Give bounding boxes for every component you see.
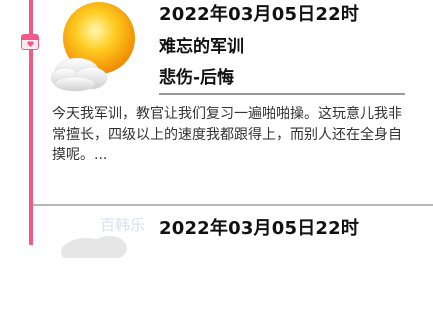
sun-cloud-icon bbox=[47, 0, 147, 92]
diary-entry[interactable]: 2022年03月05日22时 难忘的军训 悲伤-后悔 今天我军训，教官让我们复习… bbox=[47, 0, 417, 200]
entry-mood: 悲伤-后悔 bbox=[159, 68, 235, 88]
meta-divider bbox=[159, 93, 405, 95]
entry-content: 今天我军训，教官让我们复习一遍啪啪操。这玩意儿我非常擅长，四级以上的速度我都跟得… bbox=[52, 106, 402, 163]
entry-title: 难忘的军训 bbox=[159, 37, 244, 57]
watermark: 百韩乐 bbox=[100, 216, 146, 234]
calendar-heart-icon bbox=[21, 34, 39, 50]
entry-date: 2022年03月05日22时 bbox=[159, 218, 360, 239]
entry-separator bbox=[33, 204, 433, 206]
entry-date: 2022年03月05日22时 bbox=[159, 4, 360, 25]
